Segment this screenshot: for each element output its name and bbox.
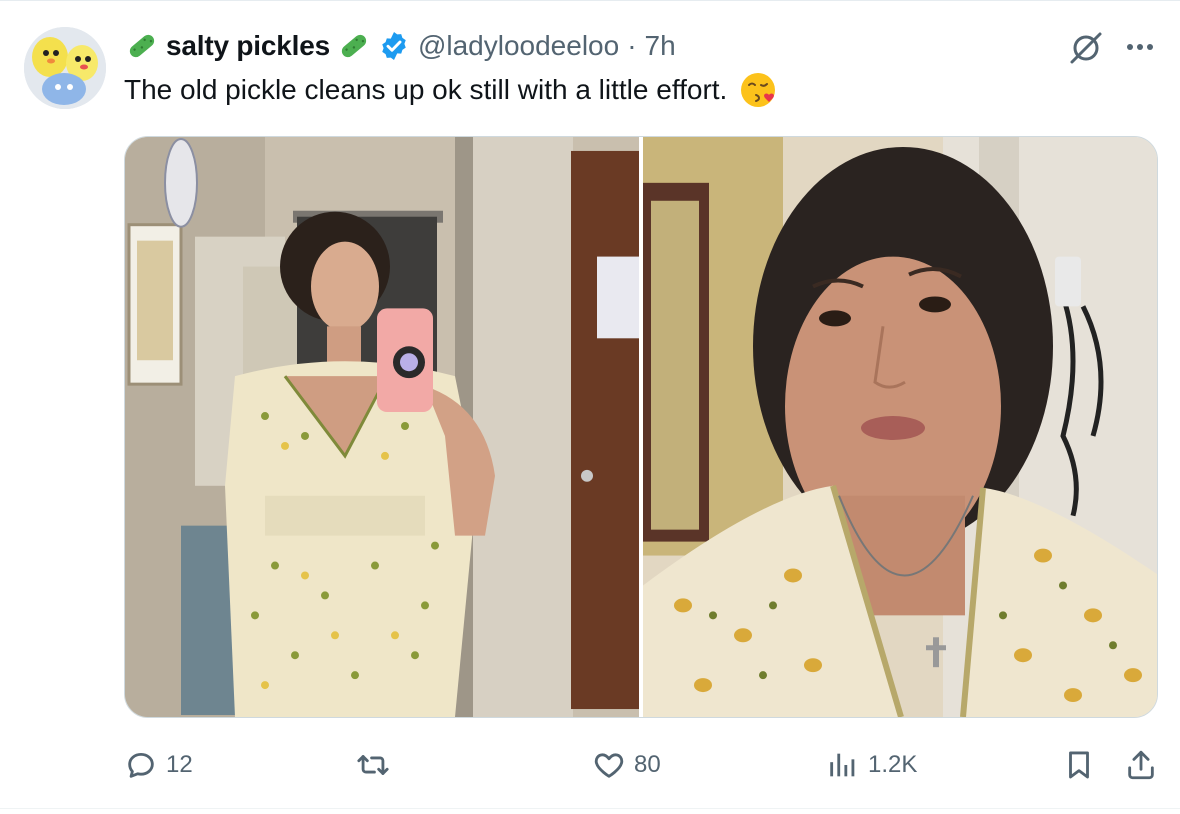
action-bar: 12 80 1.2K xyxy=(0,742,1180,788)
share-icon xyxy=(1124,748,1158,782)
face-blowing-a-kiss-icon xyxy=(739,71,777,109)
tweet-header: salty pickles @ladyloodeeloo · 7h xyxy=(124,26,676,66)
separator-dot: · xyxy=(627,30,637,61)
tweet-text: The old pickle cleans up ok still with a… xyxy=(124,74,728,105)
reply-button[interactable]: 12 xyxy=(124,742,193,788)
timestamp[interactable]: 7h xyxy=(645,30,676,62)
cucumber-icon xyxy=(336,28,372,64)
handle[interactable]: @ladyloodeeloo xyxy=(418,30,619,62)
heart-icon xyxy=(592,748,626,782)
grok-icon[interactable] xyxy=(1066,28,1106,68)
like-button[interactable]: 80 xyxy=(592,742,661,788)
retweet-icon xyxy=(356,748,390,782)
avatar[interactable] xyxy=(24,27,106,109)
bookmark-icon xyxy=(1062,748,1096,782)
views-button[interactable]: 1.2K xyxy=(826,742,917,788)
tweet-text-container: The old pickle cleans up ok still with a… xyxy=(124,70,777,110)
display-name[interactable]: salty pickles xyxy=(166,30,330,62)
share-button[interactable] xyxy=(1124,742,1158,788)
views-count: 1.2K xyxy=(868,751,918,778)
views-icon xyxy=(826,748,860,782)
photo-mirror-selfie[interactable] xyxy=(125,137,639,717)
retweet-button[interactable] xyxy=(356,742,398,788)
reply-icon xyxy=(124,748,158,782)
like-count: 80 xyxy=(634,751,661,778)
cucumber-icon xyxy=(124,28,160,64)
media-grid xyxy=(124,136,1158,718)
bottom-divider xyxy=(0,808,1180,809)
reply-count: 12 xyxy=(166,751,193,778)
photo-closeup-selfie[interactable] xyxy=(643,137,1157,717)
bookmark-button[interactable] xyxy=(1062,742,1096,788)
verified-badge-icon xyxy=(378,30,410,62)
more-icon[interactable] xyxy=(1122,32,1158,62)
top-divider xyxy=(0,0,1180,1)
